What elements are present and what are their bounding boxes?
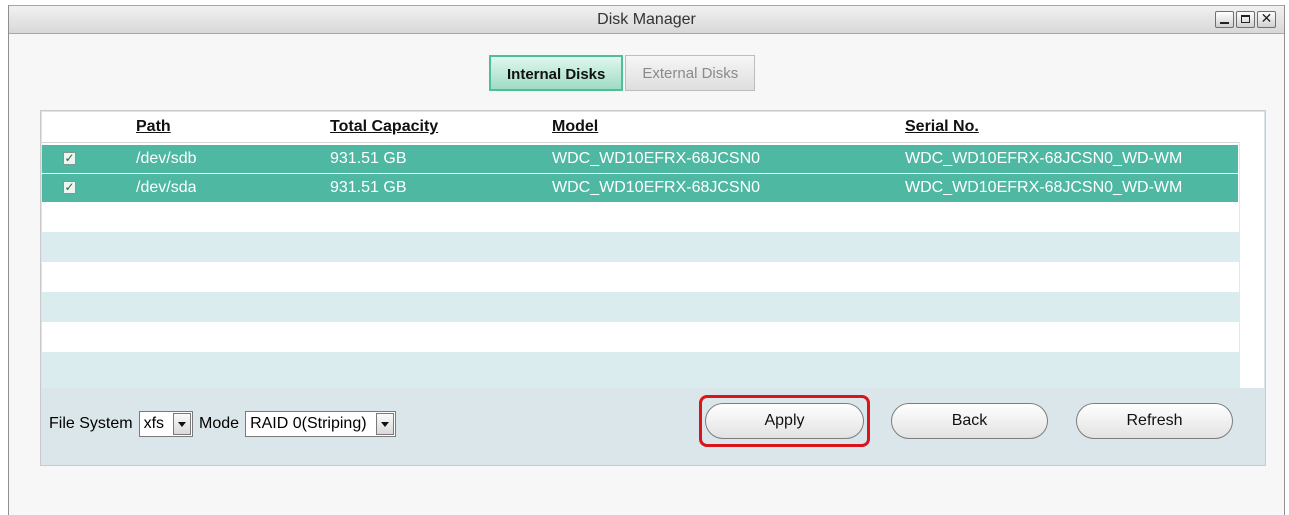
maximize-icon xyxy=(1241,15,1250,23)
window-controls: ✕ xyxy=(1213,10,1276,28)
window-title: Disk Manager xyxy=(597,11,696,28)
cell-path: /dev/sda xyxy=(136,179,197,196)
cell-capacity: 931.51 GB xyxy=(330,179,407,196)
column-header-serial-no[interactable]: Serial No. xyxy=(905,118,979,136)
column-header-model[interactable]: Model xyxy=(552,118,598,136)
chevron-down-icon[interactable] xyxy=(173,413,192,435)
mode-label: Mode xyxy=(199,415,240,432)
cell-serial: WDC_WD10EFRX-68JCSN0_WD-WM xyxy=(905,150,1183,167)
column-header-path[interactable]: Path xyxy=(136,118,171,136)
row-checkbox[interactable]: ✓ xyxy=(63,152,76,165)
empty-row xyxy=(42,322,1264,352)
cell-serial: WDC_WD10EFRX-68JCSN0_WD-WM xyxy=(905,179,1183,196)
column-header-total-capacity[interactable]: Total Capacity xyxy=(330,118,438,136)
empty-row xyxy=(42,292,1264,322)
filesystem-select[interactable]: xfs xyxy=(138,411,194,437)
apply-button[interactable]: Apply xyxy=(705,403,864,439)
cell-path: /dev/sdb xyxy=(136,150,197,167)
table-row[interactable]: ✓ /dev/sdb 931.51 GB WDC_WD10EFRX-68JCSN… xyxy=(42,145,1238,173)
refresh-button[interactable]: Refresh xyxy=(1076,403,1233,439)
empty-row xyxy=(42,352,1264,388)
cell-model: WDC_WD10EFRX-68JCSN0 xyxy=(552,150,761,167)
back-button[interactable]: Back xyxy=(891,403,1048,439)
close-icon: ✕ xyxy=(1260,10,1273,26)
mode-value: RAID 0(Striping) xyxy=(250,415,367,432)
options-bar: File System xfs Mode RAID 0(Striping) xyxy=(49,409,402,439)
disk-panel: Path Total Capacity Model Serial No. ✓ /… xyxy=(40,110,1266,466)
table-header: Path Total Capacity Model Serial No. xyxy=(42,112,1264,143)
disk-table: Path Total Capacity Model Serial No. ✓ /… xyxy=(42,112,1264,388)
mode-select[interactable]: RAID 0(Striping) xyxy=(245,411,396,437)
disk-tabs: Internal Disks External Disks xyxy=(489,55,756,91)
tab-external-disks[interactable]: External Disks xyxy=(625,55,756,91)
table-scrollbar[interactable] xyxy=(1239,142,1264,388)
empty-row xyxy=(42,262,1264,292)
maximize-button[interactable] xyxy=(1236,11,1255,28)
cell-capacity: 931.51 GB xyxy=(330,150,407,167)
empty-row xyxy=(42,232,1264,262)
empty-row xyxy=(42,202,1264,232)
minimize-icon xyxy=(1220,22,1229,24)
disk-manager-window: Disk Manager ✕ Internal Disks External D… xyxy=(8,5,1285,515)
tab-internal-disks[interactable]: Internal Disks xyxy=(489,55,624,91)
filesystem-label: File System xyxy=(49,415,133,432)
minimize-button[interactable] xyxy=(1215,11,1234,28)
title-bar: Disk Manager ✕ xyxy=(9,5,1284,34)
table-row[interactable]: ✓ /dev/sda 931.51 GB WDC_WD10EFRX-68JCSN… xyxy=(42,174,1238,202)
row-checkbox[interactable]: ✓ xyxy=(63,181,76,194)
filesystem-value: xfs xyxy=(143,415,165,432)
close-button[interactable]: ✕ xyxy=(1257,10,1276,28)
cell-model: WDC_WD10EFRX-68JCSN0 xyxy=(552,179,761,196)
chevron-down-icon[interactable] xyxy=(375,413,394,435)
